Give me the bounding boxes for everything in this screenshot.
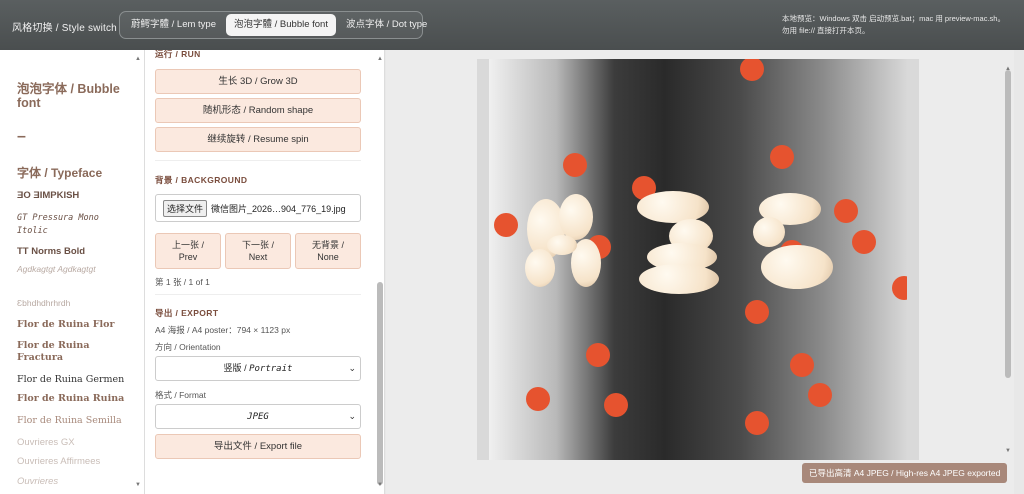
prev-label-cn: 上一张 / <box>171 240 204 250</box>
bubble-letter-part <box>559 194 593 240</box>
background-nav: 上一张 / Prev 下一张 / Next 无背景 / None <box>155 233 361 269</box>
panel-scrollbar[interactable]: ▲ ▼ <box>376 56 384 488</box>
font-item[interactable]: Agdkagtgt Agdkagtgt <box>17 264 107 275</box>
choose-file-button[interactable]: 选择文件 <box>163 199 208 217</box>
export-section-header: 导出 / EXPORT <box>155 308 219 318</box>
resume-spin-button[interactable]: 继续旋转 / Resume spin <box>155 127 361 152</box>
orientation-value-cn: 竖版 <box>223 363 242 373</box>
dot <box>790 353 814 377</box>
bubble-letter-part <box>639 264 719 294</box>
typeface-heading: 字体 / Typeface <box>17 166 103 180</box>
poster-preview <box>489 59 907 460</box>
dot <box>770 145 794 169</box>
local-preview-note: 本地预览：Windows 双击 启动预览.bat；mac 用 preview-m… <box>782 14 1005 35</box>
background-file-input[interactable]: 选择文件 微信图片_2026…904_776_19.jpg <box>155 194 361 222</box>
bubble-letter-part <box>753 217 785 247</box>
grow-3d-button[interactable]: 生长 3D / Grow 3D <box>155 69 361 94</box>
sidebar-scrollbar[interactable]: ▲ ▼ <box>134 56 142 488</box>
font-item[interactable]: TT Norms Bold <box>17 246 85 257</box>
control-panel: 运行 / RUN 生长 3D / Grow 3D 随机形态 / Random s… <box>145 50 385 494</box>
font-item[interactable]: Ouvrieres Affirmees <box>17 456 100 467</box>
no-background-button[interactable]: 无背景 / None <box>295 233 361 269</box>
chevron-down-icon: ⌄ <box>348 363 356 373</box>
dot <box>563 153 587 177</box>
orientation-select[interactable]: 竖版 / Portrait ⌄ <box>155 356 361 381</box>
font-item[interactable]: Flor de Ruina Semilla <box>17 415 122 426</box>
export-size-info: A4 海报 / A4 poster：794 × 1123 px <box>155 325 291 335</box>
format-value: JPEG <box>247 412 269 422</box>
export-file-button[interactable]: 导出文件 / Export file <box>155 434 361 459</box>
section-divider <box>155 160 361 161</box>
background-section-header: 背景 / BACKGROUND <box>155 175 248 185</box>
format-label: 格式 / Format <box>155 390 207 400</box>
font-item[interactable]: Flor de Ruina Germen <box>17 374 124 385</box>
format-select[interactable]: JPEG ⌄ <box>155 404 361 429</box>
canvas-scrollbar-thumb[interactable] <box>1005 70 1011 378</box>
bubble-letter-part <box>547 235 577 255</box>
bubble-letter-part <box>637 191 709 223</box>
run-section-header: 运行 / RUN <box>155 50 201 59</box>
sidebar-dash: – <box>17 128 26 145</box>
font-item[interactable]: Flor de Ruina Fractura <box>17 340 107 364</box>
dot <box>745 411 769 435</box>
random-shape-button[interactable]: 随机形态 / Random shape <box>155 98 361 123</box>
dot <box>852 230 876 254</box>
prev-label-en: Prev <box>178 252 198 262</box>
scroll-down-icon[interactable]: ▼ <box>134 482 142 488</box>
section-divider <box>155 294 361 295</box>
dot <box>745 300 769 324</box>
next-label-cn: 下一张 / <box>241 240 274 250</box>
font-item[interactable]: GT Pressura Mono Itolic <box>17 212 127 238</box>
font-item[interactable]: Ouvrieres <box>17 476 58 487</box>
poster-edge-right <box>907 59 919 460</box>
font-sidebar: 泡泡字体 / Bubble font – 字体 / Typeface ƎO ƎI… <box>0 50 145 494</box>
font-item[interactable]: Ouvrieres GX <box>17 437 75 448</box>
font-item[interactable]: Flor de Ruina Flor <box>17 319 114 330</box>
dot <box>586 343 610 367</box>
dot <box>892 276 907 300</box>
next-background-button[interactable]: 下一张 / Next <box>225 233 291 269</box>
font-item[interactable]: Flor de Ruina Ruina <box>17 393 124 404</box>
preview-canvas[interactable]: ▲ ▼ <box>386 50 1014 494</box>
dot <box>604 393 628 417</box>
dot <box>808 383 832 407</box>
panel-scrollbar-thumb[interactable] <box>377 282 383 485</box>
style-switch-segmented: 蔚鰐字體 / Lem type 泡泡字體 / Bubble font 波点字体 … <box>119 11 427 39</box>
none-label-cn: 无背景 / <box>311 240 344 250</box>
tab-dot-type[interactable]: 波点字体 / Dot type <box>338 14 435 36</box>
dot <box>834 199 858 223</box>
font-item[interactable]: ƎO ƎIMPKISH <box>17 190 79 201</box>
dot <box>526 387 550 411</box>
orientation-value-en: Portrait <box>249 364 293 374</box>
poster-edge-left <box>477 59 489 460</box>
none-label-en: None <box>317 252 339 262</box>
orientation-label: 方向 / Orientation <box>155 342 221 352</box>
sidebar-title: 泡泡字体 / Bubble font <box>17 82 120 110</box>
prev-background-button[interactable]: 上一张 / Prev <box>155 233 221 269</box>
top-bar: 风格切换 / Style switch 蔚鰐字體 / Lem type 泡泡字體… <box>0 0 1024 50</box>
dot <box>740 59 764 81</box>
chevron-down-icon: ⌄ <box>348 411 356 421</box>
file-name: 微信图片_2026…904_776_19.jpg <box>211 203 346 214</box>
scroll-down-icon[interactable]: ▼ <box>376 482 384 488</box>
tab-bubble-font[interactable]: 泡泡字體 / Bubble font <box>226 14 336 36</box>
bubble-letter-part <box>761 245 833 289</box>
next-label-en: Next <box>248 252 268 262</box>
scroll-up-icon[interactable]: ▲ <box>376 56 384 62</box>
background-page-count: 第 1 张 / 1 of 1 <box>155 277 210 287</box>
font-item[interactable]: Ɛbhdhdhrhrdh <box>17 298 70 308</box>
canvas-scrollbar[interactable]: ▲ ▼ <box>1004 50 1012 494</box>
scroll-down-icon[interactable]: ▼ <box>1004 448 1012 454</box>
bubble-letter-part <box>525 249 555 287</box>
dot <box>494 213 518 237</box>
export-toast: 已导出高清 A4 JPEG / High-res A4 JPEG exporte… <box>802 463 1008 483</box>
scroll-up-icon[interactable]: ▲ <box>134 56 142 62</box>
style-switch-label: 风格切换 / Style switch <box>12 23 117 34</box>
tab-lem-type[interactable]: 蔚鰐字體 / Lem type <box>123 14 224 36</box>
